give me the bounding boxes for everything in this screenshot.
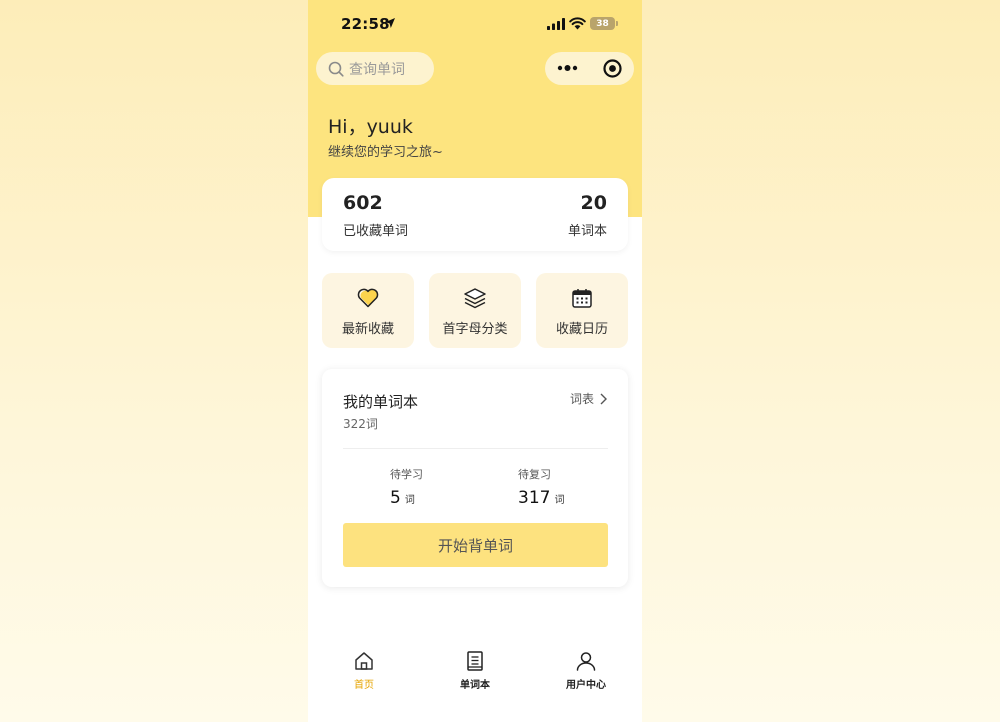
battery-icon: 38	[590, 17, 618, 30]
battery-level: 38	[596, 18, 609, 29]
location-arrow-icon	[385, 18, 395, 28]
wordbook-card: 我的单词本 322词 词表 待学习 5 词 待复习 317 词 开始背单词	[322, 369, 628, 587]
wordbooks-stat[interactable]: 20 单词本	[568, 192, 607, 239]
search-input[interactable]: 查询单词	[316, 52, 434, 85]
layers-icon	[464, 288, 486, 309]
status-bar: 22:58 38	[308, 0, 642, 48]
quick-action-label: 收藏日历	[555, 322, 608, 337]
saved-words-label: 已收藏单词	[343, 224, 409, 239]
wifi-icon	[569, 17, 586, 30]
wordbooks-count: 20	[580, 192, 607, 214]
quick-action-initial-category[interactable]: 首字母分类	[429, 273, 521, 348]
quick-action-label: 最新收藏	[341, 322, 394, 337]
tab-label: 用户中心	[566, 680, 606, 691]
tab-label: 首页	[354, 680, 374, 691]
more-options-icon[interactable]	[557, 64, 579, 72]
wordbook-word-count: 322词	[343, 417, 378, 431]
home-icon	[355, 652, 373, 670]
quick-action-latest-saved[interactable]: 最新收藏	[322, 273, 414, 348]
tab-wordbook[interactable]: 单词本	[435, 650, 515, 691]
to-learn-stat: 待学习 5 词	[390, 466, 423, 508]
to-learn-label: 待学习	[390, 468, 423, 481]
calendar-icon	[572, 289, 592, 308]
to-review-count: 317	[518, 488, 551, 508]
quick-action-saved-calendar[interactable]: 收藏日历	[536, 273, 628, 348]
stats-card: 602 已收藏单词 20 单词本	[322, 178, 628, 251]
to-review-label: 待复习	[518, 468, 551, 481]
tab-label: 单词本	[460, 680, 490, 691]
close-program-icon[interactable]	[603, 59, 622, 78]
saved-words-count: 602	[343, 192, 383, 214]
saved-words-stat[interactable]: 602 已收藏单词	[343, 192, 408, 239]
to-review-stat: 待复习 317 词	[518, 466, 564, 508]
phone-screen: 22:58 38 查询单词 Hi，yuuk 继续您的学习之旅~ 602 已收藏单…	[308, 0, 642, 722]
search-placeholder: 查询单词	[349, 61, 405, 78]
tab-home[interactable]: 首页	[324, 650, 404, 691]
word-list-link[interactable]: 词表	[570, 390, 608, 407]
word-list-label: 词表	[569, 392, 594, 406]
start-memorize-button[interactable]: 开始背单词	[343, 523, 608, 567]
to-learn-count: 5	[390, 488, 401, 508]
card-divider	[343, 448, 608, 449]
wordbooks-label: 单词本	[567, 224, 607, 239]
to-review-unit: 词	[554, 495, 565, 506]
user-icon	[576, 652, 596, 671]
status-time: 22:58	[341, 15, 390, 33]
heart-icon	[357, 288, 379, 308]
to-learn-unit: 词	[404, 495, 415, 506]
notebook-icon	[467, 651, 483, 671]
greeting-title: Hi，yuuk	[328, 116, 413, 138]
chevron-right-icon	[600, 393, 607, 404]
cellular-signal-icon	[547, 18, 565, 30]
search-icon	[328, 61, 344, 77]
quick-action-label: 首字母分类	[442, 322, 508, 337]
mini-program-capsule	[545, 52, 634, 85]
tab-user-center[interactable]: 用户中心	[546, 650, 626, 691]
wordbook-title: 我的单词本	[343, 393, 419, 411]
greeting-subtitle: 继续您的学习之旅~	[328, 145, 443, 160]
